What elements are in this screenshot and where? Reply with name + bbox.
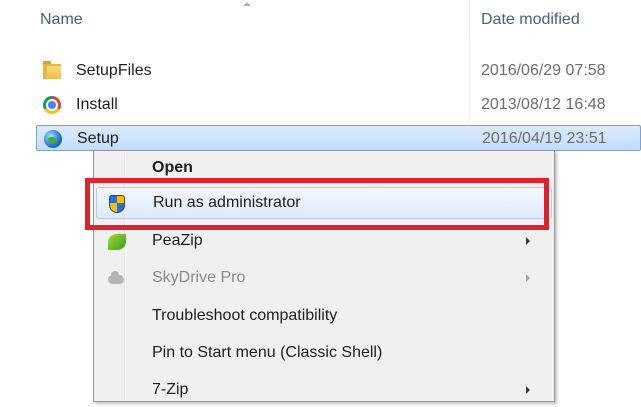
setup-globe-icon: [43, 129, 63, 149]
menu-item-label: Open: [152, 159, 193, 176]
file-date: 2016/04/19 23:51: [482, 130, 607, 147]
column-header-date-modified[interactable]: Date modified: [481, 11, 580, 29]
menu-item-pin-to-start-menu[interactable]: Pin to Start menu (Classic Shell): [96, 338, 552, 370]
file-date: 2013/08/12 16:48: [481, 96, 606, 113]
sort-up-icon: [243, 2, 251, 6]
file-name: SetupFiles: [76, 62, 152, 79]
file-row-setup[interactable]: Setup 2016/04/19 23:51: [36, 125, 641, 151]
menu-item-label: Pin to Start menu (Classic Shell): [152, 344, 383, 361]
chrome-icon: [42, 95, 62, 115]
submenu-arrow-icon: [526, 237, 530, 245]
skydrive-cloud-icon: [108, 270, 126, 288]
menu-item-label: 7-Zip: [152, 381, 189, 398]
highlight-callout-box: [85, 178, 549, 230]
file-row-install[interactable]: Install 2013/08/12 16:48: [36, 92, 641, 118]
file-row-setupfiles[interactable]: SetupFiles 2016/06/29 07:58: [36, 58, 641, 84]
menu-item-label: Troubleshoot compatibility: [152, 307, 338, 324]
column-header: Name Date modified: [0, 0, 641, 40]
menu-item-troubleshoot-compatibility[interactable]: Troubleshoot compatibility: [96, 301, 552, 333]
file-name: Install: [76, 96, 118, 113]
menu-item-label: SkyDrive Pro: [152, 269, 246, 286]
peazip-icon: [108, 233, 126, 251]
file-date: 2016/06/29 07:58: [481, 62, 606, 79]
folder-icon: [42, 61, 62, 81]
menu-item-label: PeaZip: [152, 232, 203, 249]
menu-item-peazip[interactable]: PeaZip: [96, 226, 552, 258]
column-header-name[interactable]: Name: [40, 11, 83, 29]
file-name: Setup: [77, 130, 119, 147]
menu-item-skydrive-pro[interactable]: SkyDrive Pro: [96, 263, 552, 295]
submenu-arrow-icon: [526, 386, 530, 394]
menu-item-7-zip[interactable]: 7-Zip: [96, 375, 552, 407]
column-divider[interactable]: [469, 0, 470, 38]
submenu-arrow-icon: [526, 274, 530, 282]
